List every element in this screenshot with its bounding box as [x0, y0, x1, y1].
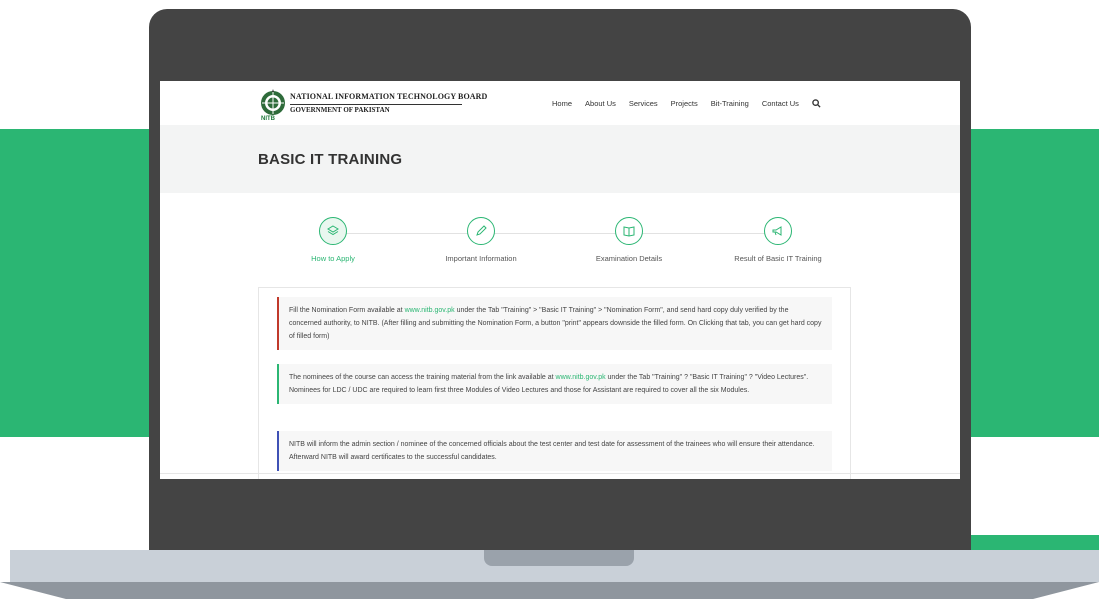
page-title: BASIC IT TRAINING [258, 151, 403, 168]
laptop-foot [0, 582, 1099, 599]
step-examination-details[interactable]: Examination Details [559, 209, 699, 263]
step-result-basic-it-training[interactable]: Result of Basic IT Training [708, 209, 848, 263]
laptop-notch [484, 550, 634, 566]
step-important-information[interactable]: Important Information [411, 209, 551, 263]
nitb-website-link[interactable]: www.nitb.gov.pk [405, 307, 455, 314]
logo-abbreviation: NITB [261, 116, 275, 122]
step-label: Result of Basic IT Training [734, 254, 822, 263]
main-nav: Home About Us Services Projects Bit-Trai… [552, 99, 821, 108]
laptop-screen: NITB NATIONAL INFORMATION TECHNOLOGY BOA… [160, 81, 960, 479]
nav-contact-us[interactable]: Contact Us [762, 99, 799, 108]
step-circle [615, 217, 643, 245]
pencil-icon [476, 225, 487, 236]
step-how-to-apply[interactable]: How to Apply [263, 209, 403, 263]
megaphone-icon [772, 226, 782, 236]
step-label: Examination Details [595, 254, 663, 263]
how-to-apply-panel: Fill the Nomination Form available at ww… [258, 287, 851, 479]
nitb-website-link[interactable]: www.nitb.gov.pk [556, 374, 606, 381]
nav-home[interactable]: Home [552, 99, 572, 108]
layers-icon [327, 225, 339, 236]
info-item-1: Fill the Nomination Form available at ww… [277, 297, 832, 350]
org-subtitle: GOVERNMENT OF PAKISTAN [290, 106, 390, 114]
steps-nav: How to Apply Important Information Exami… [160, 209, 960, 269]
logo-divider [290, 104, 462, 105]
stage: NITB NATIONAL INFORMATION TECHNOLOGY BOA… [0, 0, 1099, 599]
org-name: NATIONAL INFORMATION TECHNOLOGY BOARD [290, 92, 488, 101]
step-label: Important Information [445, 254, 517, 263]
site-header: NITB NATIONAL INFORMATION TECHNOLOGY BOA… [160, 81, 960, 125]
step-label: How to Apply [311, 254, 355, 263]
book-icon [623, 226, 635, 237]
item-accent-bar [277, 297, 279, 350]
nav-services[interactable]: Services [629, 99, 658, 108]
page-title-band: BASIC IT TRAINING [160, 125, 960, 193]
item-accent-bar [277, 431, 279, 471]
item-accent-bar [277, 364, 279, 404]
step-circle [467, 217, 495, 245]
nav-bit-training[interactable]: Bit-Training [711, 99, 749, 108]
info-text-pre: The nominees of the course can access th… [289, 374, 556, 381]
nitb-logo-icon[interactable] [258, 88, 288, 118]
info-item-3: NITB will inform the admin section / nom… [277, 431, 832, 471]
footer-divider [160, 473, 960, 474]
step-circle [319, 217, 347, 245]
info-item-2: The nominees of the course can access th… [277, 364, 832, 404]
step-circle [764, 217, 792, 245]
info-text-pre: Fill the Nomination Form available at [289, 307, 405, 314]
nav-about-us[interactable]: About Us [585, 99, 616, 108]
search-icon[interactable] [812, 99, 821, 108]
nav-projects[interactable]: Projects [671, 99, 698, 108]
info-text-pre: NITB will inform the admin section / nom… [289, 441, 815, 461]
